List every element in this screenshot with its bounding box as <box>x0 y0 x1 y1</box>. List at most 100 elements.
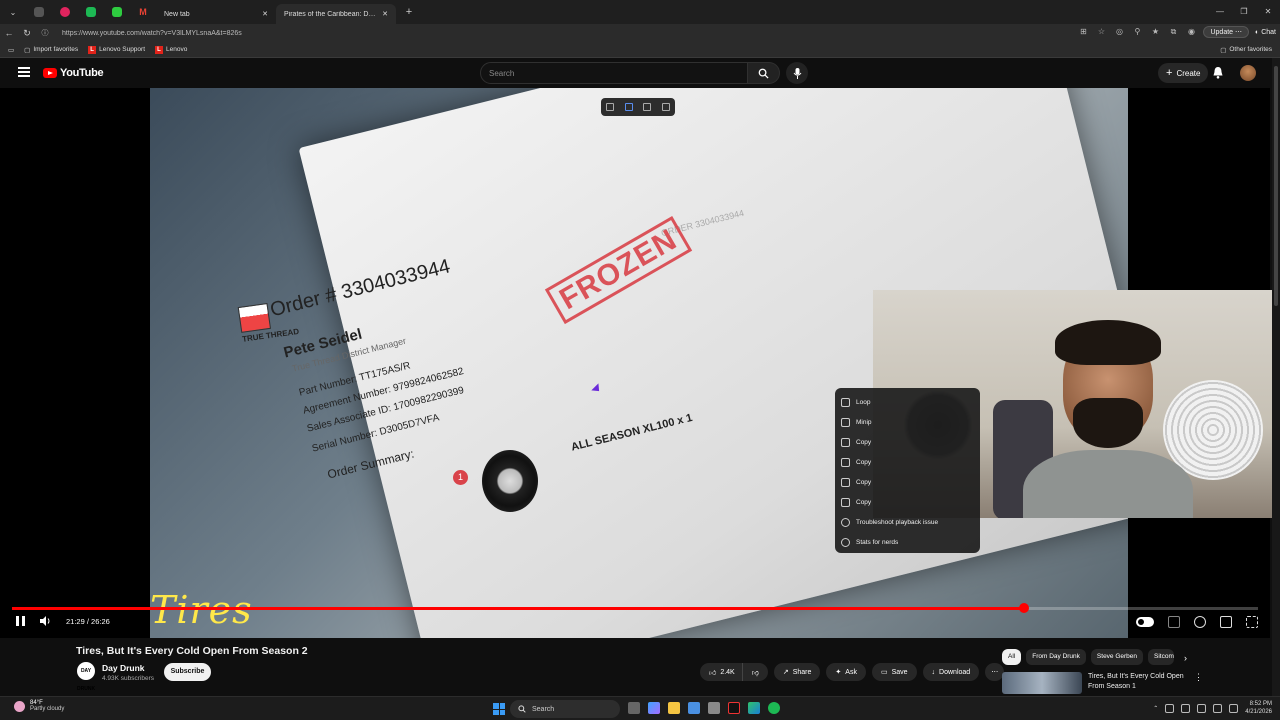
close-icon[interactable]: ✕ <box>382 10 388 18</box>
extensions-icon[interactable]: ⚲ <box>1131 26 1143 38</box>
tab-actions-icon[interactable]: ⌄ <box>0 0 26 24</box>
progress-bar[interactable] <box>12 603 1258 613</box>
maximize-icon[interactable]: ❐ <box>1232 0 1256 24</box>
new-tab-icon[interactable]: + <box>396 0 422 24</box>
channel-avatar[interactable]: DAY DRUNK <box>77 662 95 692</box>
pause-icon[interactable] <box>16 616 26 626</box>
favorites-icon[interactable]: ★ <box>1149 26 1161 38</box>
close-window-icon[interactable]: ✕ <box>1256 0 1280 24</box>
pinned-tab-gmail-icon[interactable]: M <box>130 0 156 24</box>
context-label: Stats for nerds <box>856 538 899 546</box>
edge-icon[interactable] <box>748 702 760 714</box>
update-button[interactable]: Update ⋯ <box>1203 26 1250 38</box>
url-field[interactable]: https://www.youtube.com/watch?v=V3lLMYLs… <box>62 30 242 37</box>
cloud-icon[interactable] <box>1165 703 1175 713</box>
tiktok-icon[interactable] <box>728 702 740 714</box>
context-copy-embed[interactable]: Copy <box>835 472 980 492</box>
download-button[interactable]: ↓ Download <box>922 663 980 681</box>
chip-sitcom[interactable]: Sitcom <box>1148 649 1175 665</box>
menu-icon[interactable] <box>18 67 30 77</box>
spotify-icon[interactable] <box>768 702 780 714</box>
dislike-button[interactable]: 👎︎ <box>741 663 768 681</box>
chip-from-channel[interactable]: From Day Drunk <box>1026 649 1086 665</box>
subtitles-icon[interactable] <box>1168 616 1180 628</box>
notifications-bell-icon[interactable] <box>1212 66 1224 79</box>
profile-icon[interactable]: ◉ <box>1185 26 1197 38</box>
context-copy-debug[interactable]: Copy <box>835 492 980 512</box>
thumbs-up-icon: 👍︎ <box>709 669 717 677</box>
other-favorites[interactable]: ▢ Other favorites <box>1220 46 1272 54</box>
weather-widget[interactable]: 84°F Partly cloudy <box>14 700 64 712</box>
clock[interactable]: 8:52 PM 4/21/2026 <box>1245 700 1272 716</box>
autoplay-toggle[interactable] <box>1136 617 1154 627</box>
pinned-tab-play-icon[interactable] <box>104 0 130 24</box>
voice-search-button[interactable] <box>786 62 808 84</box>
fullscreen-icon[interactable] <box>1246 616 1258 628</box>
xbox-icon[interactable] <box>708 702 720 714</box>
back-icon[interactable]: ← <box>0 28 18 38</box>
favorite-label: Lenovo Support <box>99 46 146 53</box>
wifi-icon[interactable] <box>1197 703 1207 713</box>
context-copy-url[interactable]: Copy <box>835 432 980 452</box>
create-button[interactable]: + Create <box>1158 63 1209 83</box>
context-copy-url-time[interactable]: Copy <box>835 452 980 472</box>
channel-name[interactable]: Day Drunk <box>102 663 145 673</box>
more-vert-icon[interactable]: ⋮ <box>1194 672 1203 683</box>
site-info-icon[interactable]: ⓘ <box>36 28 54 38</box>
minimize-icon[interactable]: — <box>1208 0 1232 24</box>
collections-icon[interactable]: ⧉ <box>1167 26 1179 38</box>
battery-icon[interactable] <box>1229 703 1239 713</box>
chevron-right-icon[interactable]: › <box>1184 653 1187 663</box>
audio-tab-icon[interactable] <box>26 0 52 24</box>
chat-button[interactable]: ◐ Chat <box>1255 29 1276 36</box>
recommendation-title[interactable]: Tires, But It's Every Cold Open From Sea… <box>1088 672 1188 692</box>
context-miniplayer[interactable]: Minip <box>835 412 980 432</box>
save-button[interactable]: ▭ Save <box>871 663 917 681</box>
account-avatar[interactable] <box>1240 65 1256 81</box>
chip-all[interactable]: All <box>1002 649 1022 665</box>
tab-new-tab[interactable]: New tab ✕ <box>156 4 276 24</box>
recommendation-thumbnail[interactable] <box>1002 672 1082 694</box>
like-button[interactable]: 👍︎ 2.4K <box>700 663 742 681</box>
ask-button[interactable]: ✦ Ask <box>826 663 866 681</box>
volume-icon[interactable] <box>40 616 52 626</box>
edit-icon[interactable] <box>643 103 652 111</box>
refresh-icon[interactable]: ↻ <box>18 28 36 39</box>
windows-start-icon[interactable] <box>493 703 505 715</box>
network-icon[interactable] <box>1181 703 1191 713</box>
app-available-icon[interactable]: ⊞ <box>1077 26 1089 38</box>
share-button[interactable]: ↗ Share <box>773 663 821 681</box>
subscribe-button[interactable]: Subscribe <box>164 663 211 681</box>
search-button[interactable] <box>748 62 780 84</box>
sidebar-toggle-icon[interactable]: ▭ <box>8 46 14 54</box>
taskbar-search[interactable]: Search <box>510 700 620 718</box>
context-loop[interactable]: Loop <box>835 392 980 412</box>
screenshot-icon[interactable] <box>624 103 633 111</box>
translate-icon[interactable] <box>661 103 670 111</box>
loop-icon <box>841 397 850 407</box>
speaker-icon[interactable] <box>1213 703 1223 713</box>
copilot-icon[interactable] <box>648 702 660 714</box>
tab-pirates[interactable]: Pirates of the Caribbean: Dead Ma ✕ <box>276 4 396 24</box>
page-scrollbar[interactable] <box>1272 58 1280 698</box>
pinned-tab-red-icon[interactable] <box>52 0 78 24</box>
store-icon[interactable] <box>688 702 700 714</box>
file-explorer-icon[interactable] <box>668 702 680 714</box>
context-troubleshoot[interactable]: Troubleshoot playback issue <box>835 512 980 532</box>
task-view-icon[interactable] <box>628 702 640 714</box>
settings-gear-icon[interactable] <box>1194 616 1206 628</box>
favorite-star-icon[interactable]: ☆ <box>1095 26 1107 38</box>
chip-steve-gerben[interactable]: Steve Gerben <box>1090 649 1144 665</box>
theater-mode-icon[interactable] <box>1220 616 1232 628</box>
crop-icon[interactable] <box>606 103 615 111</box>
favorite-lenovo[interactable]: L Lenovo <box>155 45 187 54</box>
pinned-tab-green-icon[interactable] <box>78 0 104 24</box>
youtube-logo[interactable]: YouTube <box>43 67 104 79</box>
chevron-up-icon[interactable]: ⌃ <box>1153 705 1158 712</box>
extension-icon[interactable]: ◎ <box>1113 26 1125 38</box>
search-input[interactable]: Search <box>480 62 748 84</box>
favorite-lenovo-support[interactable]: L Lenovo Support <box>88 45 146 54</box>
favorite-import[interactable]: ▢ Import favorites <box>24 46 78 54</box>
close-icon[interactable]: ✕ <box>262 10 268 18</box>
context-stats[interactable]: Stats for nerds <box>835 532 980 552</box>
